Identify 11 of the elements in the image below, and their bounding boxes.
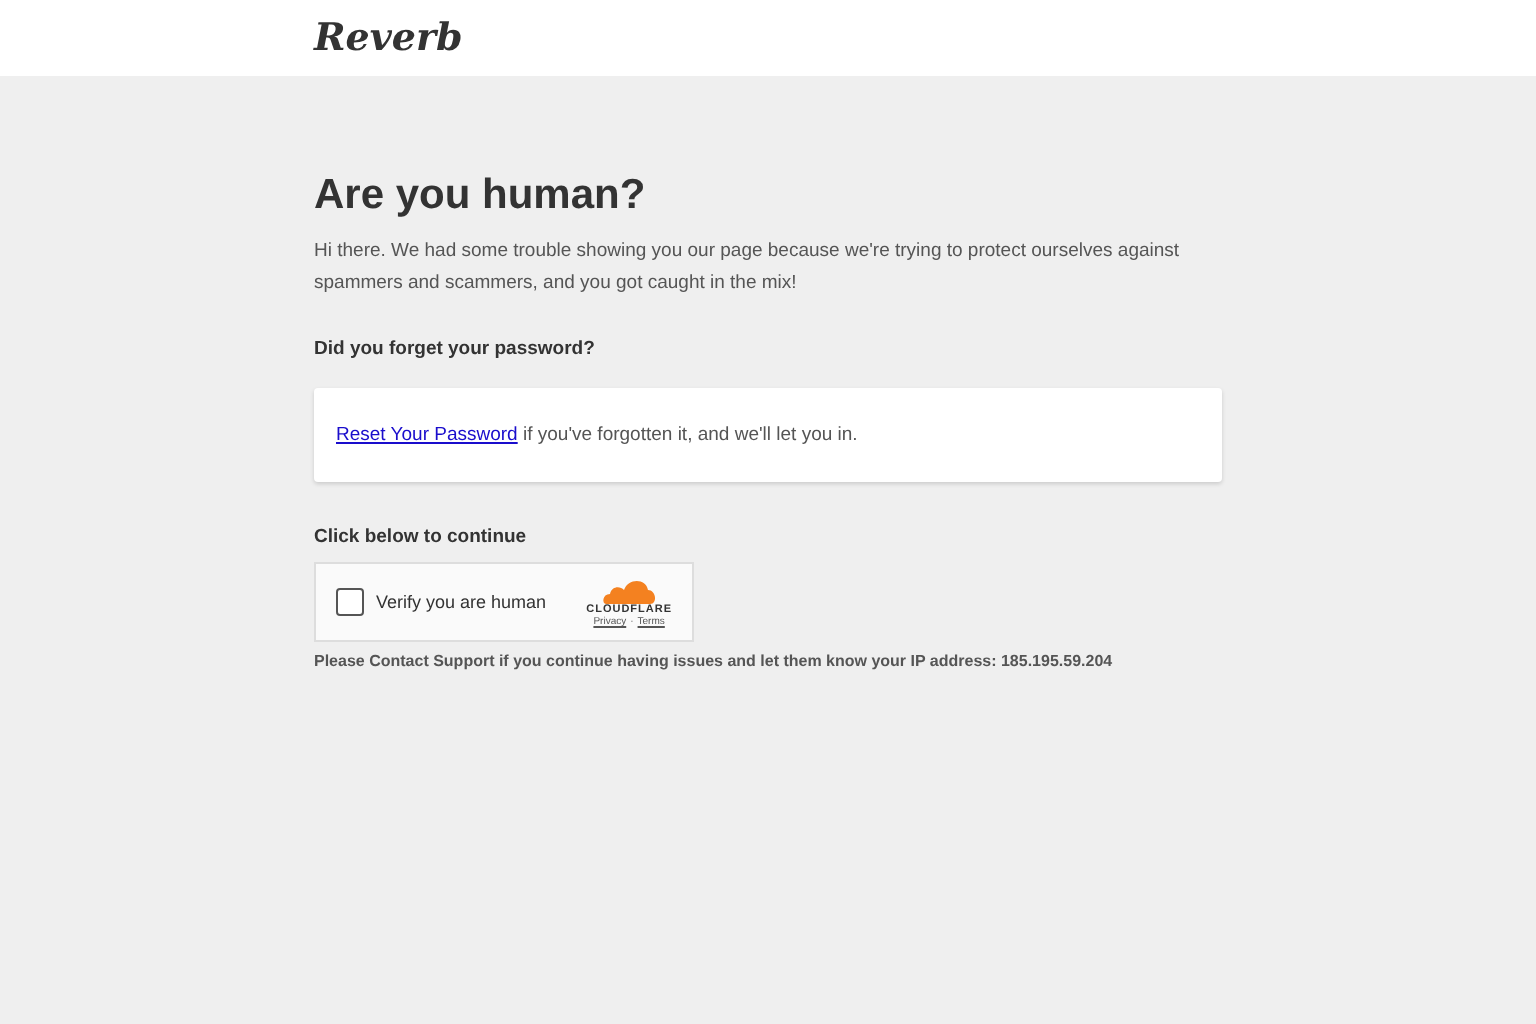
cloud-icon	[601, 576, 658, 604]
page-title: Are you human?	[314, 172, 648, 220]
logo[interactable]: Reverb	[314, 16, 463, 60]
checkbox[interactable]	[336, 588, 364, 616]
checkbox-label: Verify you are human	[376, 592, 547, 612]
section-heading: Click below to continue	[314, 526, 529, 548]
reset-message: Reset Your Password if you've forgotten it, and we'll let you in.	[336, 424, 860, 446]
support-note: Please Contact Support if you continue having issues and let them know your IP address: 185.195.59.204	[314, 652, 1113, 670]
intro-paragraph: Hi there. We had some trouble showing you our page because we're trying to protect ourselves against spammers and scammers, and you got caught in the mix!	[314, 238, 1182, 298]
reset-password-link[interactable]: Reset Your Password	[336, 424, 518, 446]
section-heading: Did you forget your password?	[314, 338, 597, 360]
